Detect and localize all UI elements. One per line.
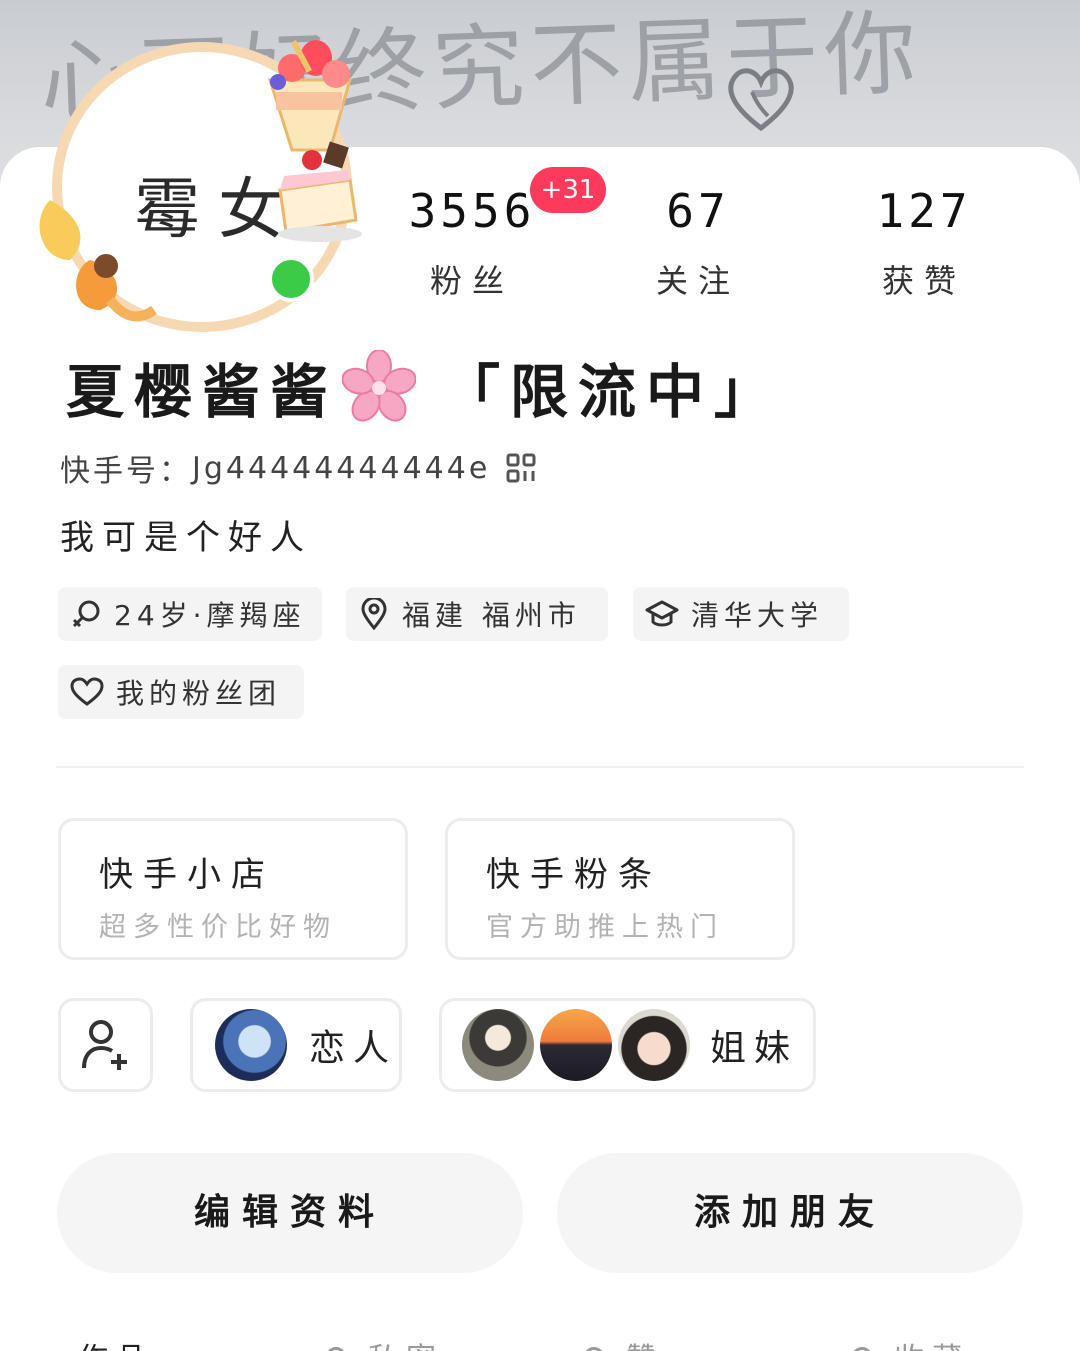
edit-profile-button[interactable]: 编辑资料: [57, 1153, 523, 1273]
profile-name: 夏樱酱酱 「限流中」: [66, 345, 782, 429]
section-divider: [56, 766, 1024, 768]
fans-label: 粉丝: [429, 262, 514, 300]
following-count: 67: [666, 184, 730, 238]
qr-code-icon[interactable]: [506, 453, 536, 483]
heart-icon: [70, 677, 104, 706]
likes-count: 127: [876, 184, 972, 238]
lock-icon: [852, 1347, 872, 1351]
location-pin-icon: [361, 598, 387, 630]
relation-sisters-label: 姐妹: [710, 1028, 799, 1069]
tag-fan-club-label: 我的粉丝团: [116, 677, 282, 710]
nickname: 夏樱酱酱: [66, 358, 339, 426]
kuaishou-fentiao-title: 快手粉条: [486, 855, 662, 895]
lock-icon: [584, 1347, 604, 1351]
kuaishou-shop-subtitle: 超多性价比好物: [99, 912, 337, 943]
tab-liked-label: 赞: [626, 1342, 664, 1351]
sister-avatar-2: [540, 1009, 612, 1081]
sister-avatar-1: [462, 1009, 534, 1081]
tab-liked[interactable]: 赞: [584, 1334, 664, 1351]
tab-works-label: 作品: [78, 1342, 154, 1351]
nickname-suffix: 「限流中」: [442, 358, 783, 426]
online-status-dot: [268, 256, 314, 302]
new-fans-badge: +31: [530, 167, 606, 213]
banner-heart-icon: [728, 68, 794, 132]
tag-age-zodiac[interactable]: 24岁·摩羯座: [58, 587, 322, 641]
add-user-icon: [81, 1020, 127, 1070]
account-id-row[interactable]: 快手号： Jg44444444444e: [60, 446, 536, 490]
fans-count: 3556: [408, 184, 536, 238]
tag-location[interactable]: 福建 福州市: [346, 587, 608, 641]
relation-lover-label: 恋人: [309, 1028, 398, 1069]
stat-fans[interactable]: 3556 粉丝: [392, 184, 552, 302]
account-id-value: Jg44444444444e: [192, 450, 491, 486]
kuaishou-shop-title: 快手小店: [99, 855, 275, 895]
following-label: 关注: [655, 262, 740, 300]
tag-fan-club[interactable]: 我的粉丝团: [58, 665, 304, 719]
account-id-label: 快手号：: [60, 454, 192, 489]
relation-sisters[interactable]: 姐妹: [439, 998, 816, 1092]
profile-bio: 我可是个好人: [60, 518, 312, 558]
tag-age-zodiac-label: 24岁·摩羯座: [114, 599, 306, 632]
graduation-cap-icon: [645, 600, 679, 627]
avatar-decoration-icon: [39, 39, 362, 322]
lock-icon: [326, 1347, 346, 1351]
kuaishou-fentiao-card[interactable]: 快手粉条 官方助推上热门: [445, 818, 795, 960]
tab-private[interactable]: 私密: [326, 1334, 444, 1351]
add-friend-button[interactable]: 添加朋友: [557, 1153, 1023, 1273]
gender-female-icon: [72, 600, 100, 628]
kuaishou-fentiao-subtitle: 官方助推上热门: [486, 912, 724, 943]
tab-favorites[interactable]: 收藏: [852, 1334, 970, 1351]
add-relation-button[interactable]: [58, 998, 153, 1092]
tab-private-label: 私密: [368, 1342, 444, 1351]
sister-avatar-3: [618, 1009, 690, 1081]
cherry-blossom-icon: [342, 350, 417, 422]
tab-favorites-label: 收藏: [894, 1342, 970, 1351]
tag-school[interactable]: 清华大学: [633, 587, 849, 641]
kuaishou-shop-card[interactable]: 快手小店 超多性价比好物: [58, 818, 408, 960]
content-tabs: 作品 私密 赞 收藏: [0, 1328, 1080, 1351]
relation-lover[interactable]: 恋人: [190, 998, 402, 1092]
stat-likes[interactable]: 127 获赞: [844, 184, 1004, 302]
lover-avatar: [215, 1009, 287, 1081]
tab-works[interactable]: 作品: [78, 1334, 154, 1351]
tag-location-label: 福建 福州市: [402, 599, 581, 632]
likes-label: 获赞: [881, 262, 966, 300]
tag-school-label: 清华大学: [691, 599, 824, 632]
stat-following[interactable]: 67 关注: [618, 184, 778, 302]
